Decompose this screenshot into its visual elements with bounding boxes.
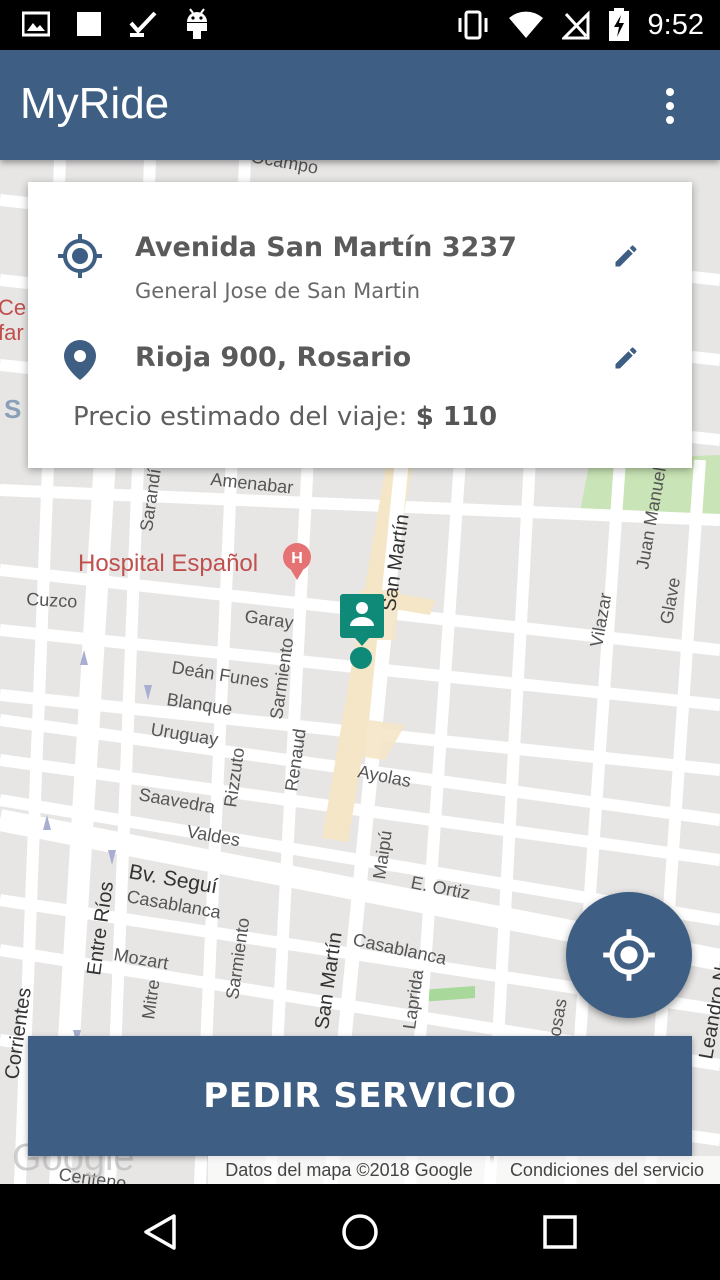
check-icon [129, 11, 157, 37]
map-attribution: Datos del mapa ©2018 Google [208, 1156, 490, 1184]
image-icon [22, 11, 50, 37]
origin-subtitle: General Jose de San Martin [135, 279, 421, 303]
map-label: Ocampo [249, 160, 319, 178]
my-location-icon [603, 929, 655, 981]
terms-link[interactable]: Condiciones del servicio [494, 1156, 720, 1184]
price-value: $ 110 [415, 402, 498, 432]
map-label: Leandro N [695, 965, 720, 1061]
price-label: Precio estimado del viaje: [73, 402, 408, 432]
vibrate-icon [458, 10, 488, 40]
square-icon [77, 12, 101, 36]
home-icon[interactable] [330, 1202, 390, 1262]
origin-address[interactable]: Avenida San Martín 3237 [135, 232, 517, 263]
map-label: Renaud [281, 727, 310, 792]
map-label: Maipú [369, 829, 396, 880]
no-signal-icon [561, 10, 590, 40]
map-label: Mitre [138, 978, 163, 1020]
edit-destination-icon[interactable] [612, 344, 640, 372]
status-bar: 9:52 [0, 0, 720, 50]
price-estimate: Precio estimado del viaje: $ 110 [73, 402, 497, 432]
trip-card: Avenida San Martín 3237 General Jose de … [28, 182, 692, 468]
map-label: S [4, 394, 21, 424]
app-bar: MyRide [0, 50, 720, 160]
destination-address[interactable]: Rioja 900, Rosario [135, 342, 411, 373]
more-vert-icon[interactable] [650, 80, 690, 132]
place-pin-icon [64, 340, 96, 380]
wifi-icon [508, 11, 543, 38]
map-label: Garay [243, 606, 294, 633]
back-icon[interactable] [130, 1202, 190, 1262]
app-title: MyRide [20, 79, 170, 128]
navigation-bar [0, 1184, 720, 1280]
my-location-icon [58, 234, 102, 278]
recents-icon[interactable] [530, 1202, 590, 1262]
request-service-button[interactable]: PEDIR SERVICIO [28, 1036, 692, 1156]
poi-label: Hospital Español [78, 550, 258, 577]
poi-partial-label: far [0, 320, 24, 345]
battery-charging-icon [608, 8, 629, 41]
android-icon [187, 8, 207, 39]
locate-me-button[interactable] [566, 892, 692, 1018]
map-label: Cuzco [26, 589, 78, 612]
edit-origin-icon[interactable] [612, 242, 640, 270]
map-label: Glave [656, 576, 684, 626]
hospital-badge: H [291, 550, 303, 567]
poi-partial-label: Ce [0, 295, 26, 320]
status-time: 9:52 [647, 9, 704, 41]
